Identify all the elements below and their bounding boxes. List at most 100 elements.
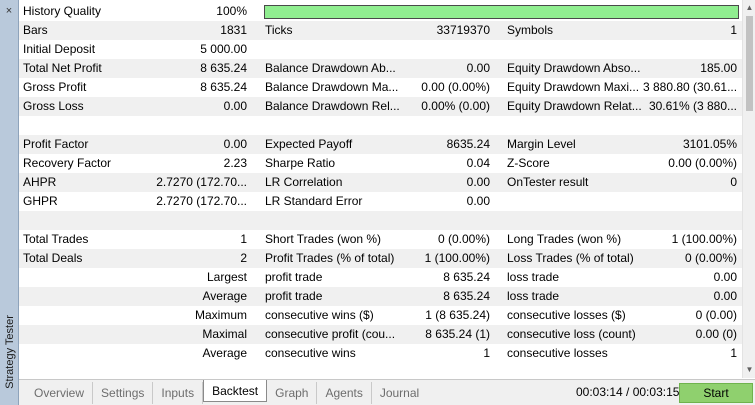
vertical-scrollbar[interactable]: ▲ ▼: [742, 0, 755, 378]
report-value: 0 (0.00%): [437, 232, 490, 246]
report-row: Recovery Factor 2.23 Sharpe Ratio 0.04 Z…: [19, 154, 742, 173]
scrollbar-thumb[interactable]: [746, 16, 753, 111]
report-label: consecutive wins: [265, 346, 356, 360]
tab-overview[interactable]: Overview: [26, 382, 94, 404]
report-value: 0.00: [223, 137, 247, 151]
report-label: LR Standard Error: [265, 194, 363, 208]
report-label: loss trade: [507, 289, 560, 303]
report-value: 0.00: [466, 194, 490, 208]
bottom-bar: Overview Settings Inputs Backtest Graph …: [19, 379, 755, 405]
report-label: Gross Profit: [23, 80, 87, 94]
report-value: 1: [730, 346, 737, 360]
history-quality-bar: [264, 5, 739, 19]
report-row: Total Net Profit 8 635.24 Balance Drawdo…: [19, 59, 742, 78]
report-value: 0 (0.00): [695, 308, 737, 322]
report-row: Average consecutive wins 1 consecutive l…: [19, 344, 742, 363]
report-value: 0.00: [223, 99, 247, 113]
report-value: 0.00 (0.00%): [668, 156, 737, 170]
panel-title: Strategy Tester: [3, 315, 16, 389]
report-row: Initial Deposit 5 000.00: [19, 40, 742, 59]
tab-journal[interactable]: Journal: [372, 382, 427, 404]
report-label: Maximal: [202, 327, 247, 341]
report-row: Maximal consecutive profit (cou... 8 635…: [19, 325, 742, 344]
report-row: Total Trades 1 Short Trades (won %) 0 (0…: [19, 230, 742, 249]
report-label: Equity Drawdown Maxi...: [507, 80, 640, 94]
report-label: consecutive losses: [507, 346, 608, 360]
report-label: Total Deals: [23, 251, 83, 265]
report-value: 0.00: [466, 61, 490, 75]
report-value: 0.00% (0.00): [421, 99, 490, 113]
report-row: Average profit trade 8 635.24 loss trade…: [19, 287, 742, 306]
history-quality-label: History Quality: [23, 4, 102, 18]
report-value: 0.04: [466, 156, 490, 170]
report-row: GHPR 2.7270 (172.70... LR Standard Error…: [19, 192, 742, 211]
tab-settings[interactable]: Settings: [93, 382, 154, 404]
report-row: Gross Loss 0.00 Balance Drawdown Rel... …: [19, 97, 742, 116]
report-label: consecutive profit (cou...: [265, 327, 396, 341]
report-row: Profit Factor 0.00 Expected Payoff 8635.…: [19, 135, 742, 154]
tab-graph[interactable]: Graph: [267, 382, 318, 404]
report-label: profit trade: [265, 289, 323, 303]
report-label: Average: [202, 289, 247, 303]
report-row: AHPR 2.7270 (172.70... LR Correlation 0.…: [19, 173, 742, 192]
report-value: 2.23: [223, 156, 247, 170]
report-value: 8 635.24: [200, 80, 247, 94]
report-value: 0.00 (0.00%): [421, 80, 490, 94]
report-label: Balance Drawdown Rel...: [265, 99, 400, 113]
report-label: consecutive losses ($): [507, 308, 626, 322]
report-value: 1 (8 635.24): [425, 308, 490, 322]
backtest-report: History Quality 100% Bars 1831 Ticks 337…: [19, 2, 742, 363]
report-value: 2.7270 (172.70...: [156, 194, 247, 208]
report-label: Equity Drawdown Abso...: [507, 61, 641, 75]
start-button[interactable]: Start: [679, 383, 753, 403]
report-label: Sharpe Ratio: [265, 156, 336, 170]
report-label: Equity Drawdown Relat...: [507, 99, 642, 113]
report-value: 0.00 (0): [695, 327, 737, 341]
report-row: Maximum consecutive wins ($) 1 (8 635.24…: [19, 306, 742, 325]
report-value: 0.00: [466, 175, 490, 189]
report-label: consecutive loss (count): [507, 327, 636, 341]
report-label: Loss Trades (% of total): [507, 251, 634, 265]
report-label: OnTester result: [507, 175, 589, 189]
report-label: Bars: [23, 23, 48, 37]
report-row: Bars 1831 Ticks 33719370 Symbols 1: [19, 21, 742, 40]
report-value: 1 (100.00%): [671, 232, 737, 246]
report-value: 1: [483, 346, 490, 360]
report-label: Initial Deposit: [23, 42, 96, 56]
report-value: 1 (100.00%): [424, 251, 490, 265]
report-value: 33719370: [436, 23, 490, 37]
report-value: 1831: [220, 23, 247, 37]
report-value: 0.00: [713, 270, 737, 284]
report-label: Z-Score: [507, 156, 550, 170]
history-quality-row: History Quality 100%: [19, 2, 742, 21]
scroll-up-icon[interactable]: ▲: [743, 2, 755, 14]
report-row: Total Deals 2 Profit Trades (% of total)…: [19, 249, 742, 268]
report-label: Maximum: [194, 308, 247, 322]
report-label: GHPR: [23, 194, 58, 208]
report-value: 1: [730, 23, 737, 37]
report-label: Margin Level: [507, 137, 576, 151]
report-label: consecutive wins ($): [265, 308, 374, 322]
report-value: 5 000.00: [200, 42, 247, 56]
close-icon[interactable]: ×: [3, 5, 15, 17]
history-quality-value: 100%: [216, 4, 247, 18]
report-label: profit trade: [265, 270, 323, 284]
report-value: 1: [240, 232, 247, 246]
report-value: 3 880.80 (30.61...: [643, 80, 737, 94]
tab-inputs[interactable]: Inputs: [153, 382, 204, 404]
report-label: LR Correlation: [265, 175, 343, 189]
scroll-down-icon[interactable]: ▼: [743, 364, 755, 376]
report-label: Profit Trades (% of total): [265, 251, 395, 265]
report-label: Balance Drawdown Ma...: [265, 80, 399, 94]
report-label: loss trade: [507, 270, 560, 284]
report-label: Expected Payoff: [265, 137, 353, 151]
report-value: 8 635.24 (1): [425, 327, 490, 341]
report-value: 8 635.24: [443, 289, 490, 303]
report-value: 2: [240, 251, 247, 265]
tab-agents[interactable]: Agents: [317, 382, 372, 404]
tab-backtest[interactable]: Backtest: [203, 380, 268, 402]
report-label: Profit Factor: [23, 137, 89, 151]
report-label: AHPR: [23, 175, 57, 189]
report-value: 8635.24: [446, 137, 490, 151]
